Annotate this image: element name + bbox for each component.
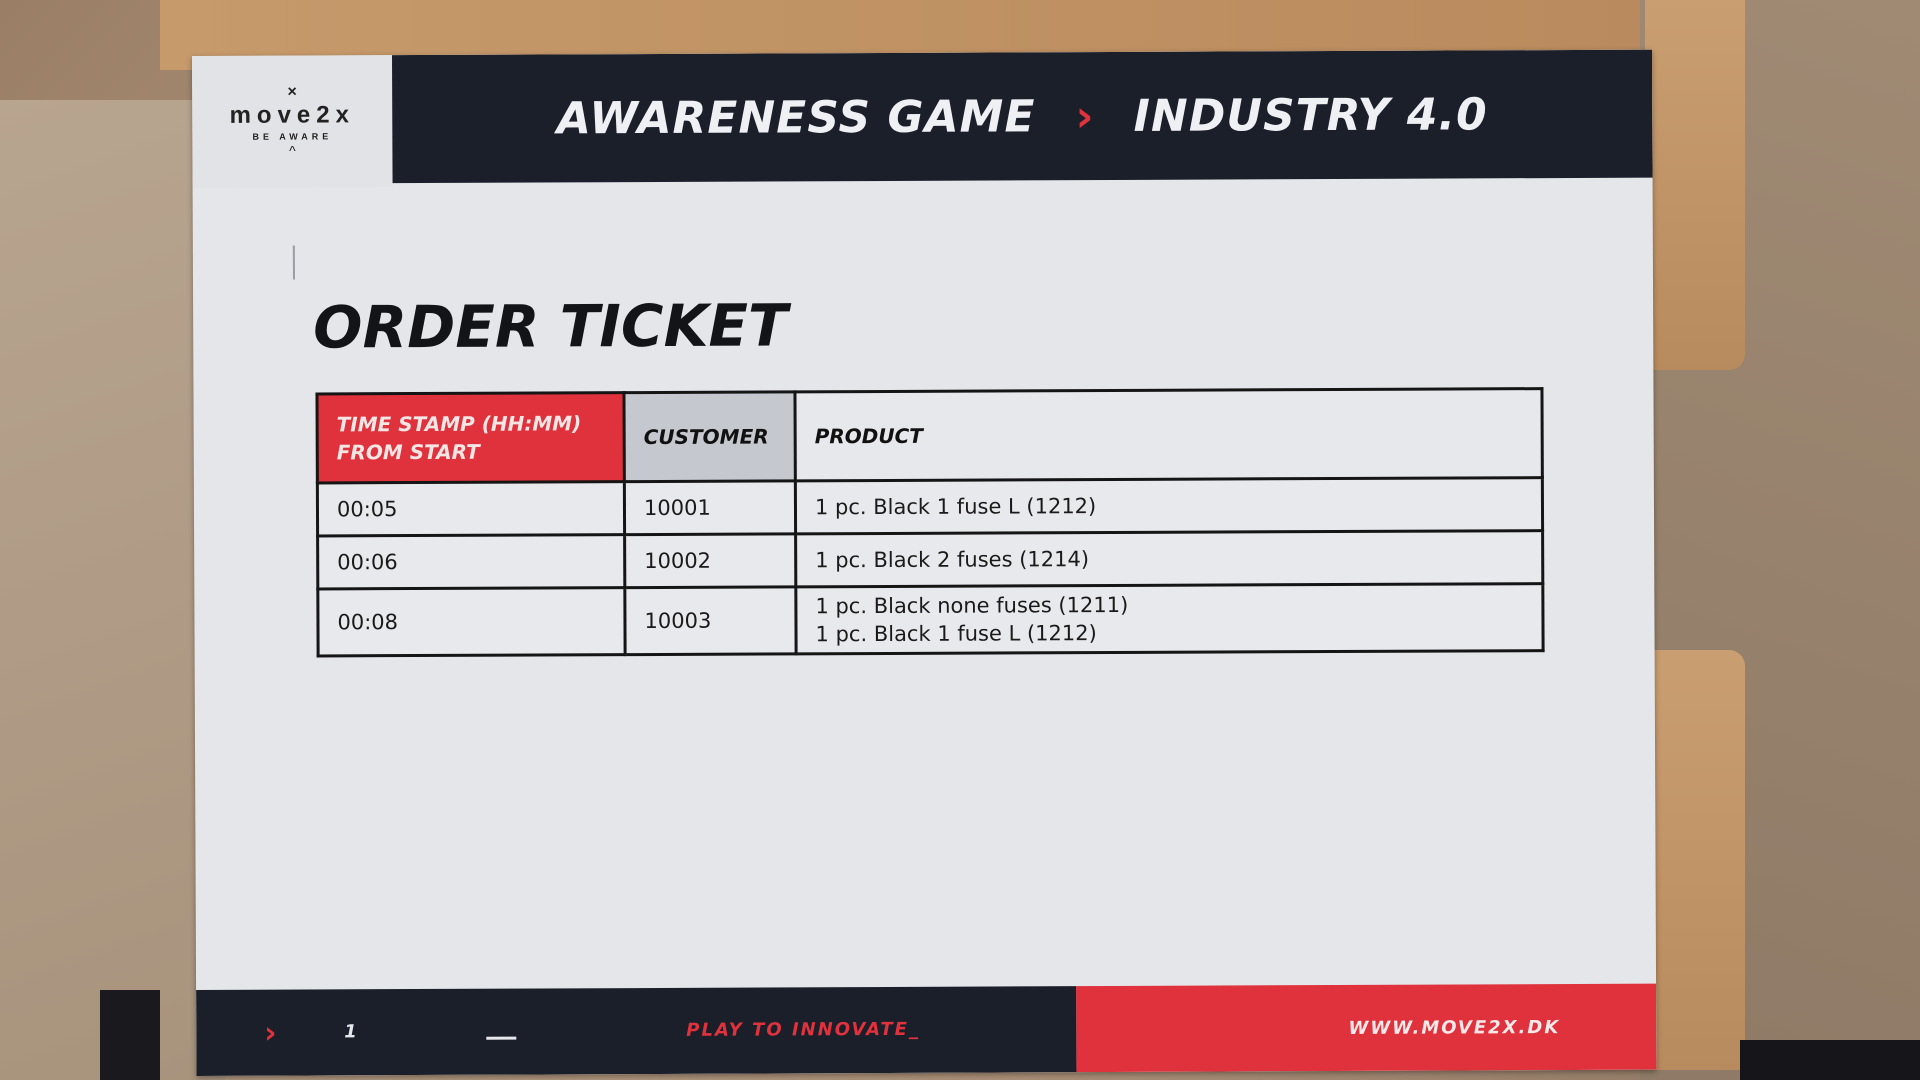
order-table: TIME STAMP (HH:MM) FROM START CUSTOMER P… <box>315 387 1544 657</box>
table-row: 00:05 10001 1 pc. Black 1 fuse L (1212) <box>317 477 1543 536</box>
logo-tagline: BE AWARE <box>252 131 333 142</box>
cell-time: 00:05 <box>317 481 625 536</box>
header-title-left: AWARENESS GAME <box>556 90 1036 144</box>
move2x-logo: × move2x BE AWARE ^ <box>192 55 393 188</box>
product-line: 1 pc. Black 1 fuse L (1212) <box>815 621 1097 647</box>
cell-product: 1 pc. Black 1 fuse L (1212) <box>795 477 1543 534</box>
column-header-product: PRODUCT <box>794 388 1543 481</box>
column-header-time: TIME STAMP (HH:MM) FROM START <box>316 392 625 483</box>
logo-caret-icon: ^ <box>289 142 296 159</box>
cardboard-left <box>0 100 225 1080</box>
dark-stand-left <box>100 990 160 1080</box>
table-header-row: TIME STAMP (HH:MM) FROM START CUSTOMER P… <box>316 388 1543 483</box>
cell-time: 00:08 <box>317 587 626 656</box>
table-row: 00:06 10002 1 pc. Black 2 fuses (1214) <box>317 530 1543 589</box>
page-title: ORDER TICKET <box>313 291 788 362</box>
header-title-right: INDUSTRY 4.0 <box>1133 88 1488 142</box>
footer-tagline: PLAY TO INNOVATE_ <box>686 1018 920 1041</box>
cell-customer: 10002 <box>624 533 796 588</box>
footer-dash <box>486 1036 517 1040</box>
column-header-customer: CUSTOMER <box>623 391 796 482</box>
cell-product: 1 pc. Black none fuses (1211) 1 pc. Blac… <box>795 583 1544 654</box>
chevron-right-icon: › <box>1075 90 1094 142</box>
sheet-header: × move2x BE AWARE ^ AWARENESS GAME › IND… <box>192 49 1653 188</box>
header-title-bar: AWARENESS GAME › INDUSTRY 4.0 <box>391 49 1653 184</box>
logo-mark: × <box>287 83 297 101</box>
margin-mark <box>292 245 295 280</box>
footer-dark-band: › 1 PLAY TO INNOVATE_ <box>196 986 1077 1076</box>
wooden-tab-upper <box>1645 0 1745 370</box>
cell-time: 00:06 <box>317 534 625 589</box>
wooden-tab-lower <box>1645 650 1745 1070</box>
page-number: 1 <box>344 1021 357 1043</box>
cell-product: 1 pc. Black 2 fuses (1214) <box>795 530 1543 587</box>
chevron-right-icon: › <box>264 1015 277 1051</box>
table-row: 00:08 10003 1 pc. Black none fuses (1211… <box>317 583 1544 656</box>
cell-customer: 10001 <box>624 480 796 535</box>
product-line: 1 pc. Black none fuses (1211) <box>815 592 1129 619</box>
cell-customer: 10003 <box>624 586 797 655</box>
logo-wordmark: move2x <box>229 101 356 129</box>
footer-url: WWW.MOVE2X.DK <box>1348 1016 1561 1039</box>
sheet-footer: › 1 PLAY TO INNOVATE_ WWW.MOVE2X.DK <box>196 983 1657 1076</box>
footer-red-band: WWW.MOVE2X.DK <box>1076 983 1657 1073</box>
order-ticket-sheet: × move2x BE AWARE ^ AWARENESS GAME › IND… <box>192 49 1657 1076</box>
dark-stand-right <box>1740 1040 1920 1080</box>
